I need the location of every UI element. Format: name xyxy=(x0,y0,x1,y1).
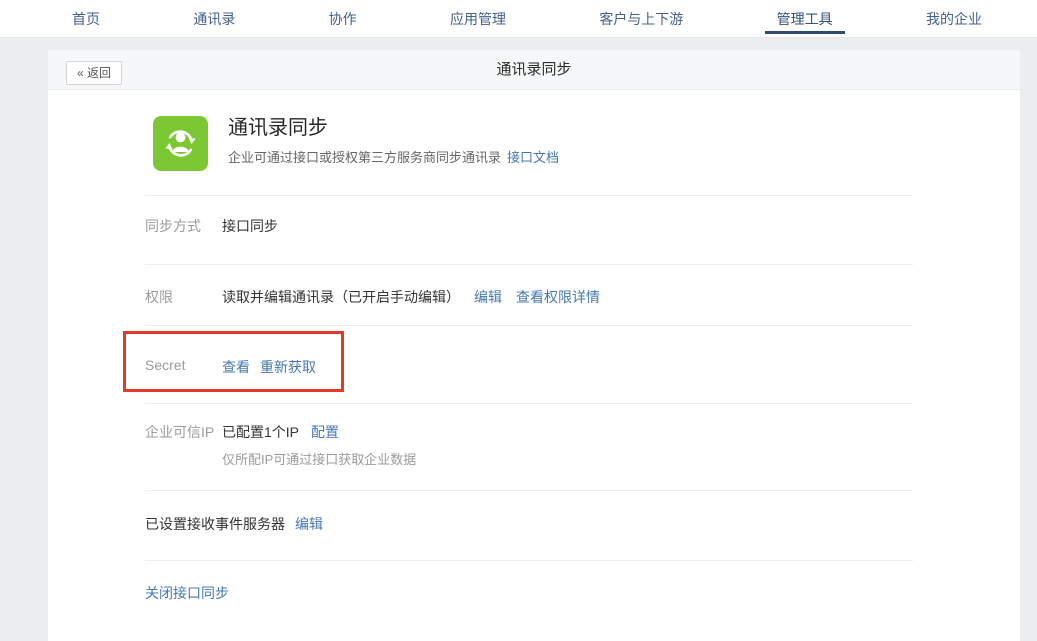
permission-label: 权限 xyxy=(145,287,173,307)
nav-tab-app-management[interactable]: 应用管理 xyxy=(440,0,516,37)
divider xyxy=(145,195,913,196)
sync-method-label: 同步方式 xyxy=(145,216,201,236)
divider xyxy=(145,403,913,404)
nav-tab-collaboration[interactable]: 协作 xyxy=(319,0,367,37)
divider xyxy=(145,325,913,326)
contact-sync-panel: « 返回 通讯录同步 通讯录同步 企业可通过接口或授权第三方服务商同步通讯录接口… xyxy=(48,50,1020,641)
event-server-row: 已设置接收事件服务器编辑 xyxy=(145,514,323,534)
divider xyxy=(145,264,913,265)
secret-view-link[interactable]: 查看 xyxy=(222,359,250,375)
permission-edit-link[interactable]: 编辑 xyxy=(474,289,502,305)
permission-value: 读取并编辑通讯录（已开启手动编辑） 编辑查看权限详情 xyxy=(222,287,600,307)
api-doc-link[interactable]: 接口文档 xyxy=(507,150,559,165)
secret-actions: 查看重新获取 xyxy=(222,357,316,377)
nav-tab-management-tools[interactable]: 管理工具 xyxy=(767,0,843,37)
secret-refresh-link[interactable]: 重新获取 xyxy=(260,359,316,375)
nav-tab-customers-upstream[interactable]: 客户与上下游 xyxy=(589,0,693,37)
page-title: 通讯录同步 xyxy=(228,111,328,140)
permission-detail-link[interactable]: 查看权限详情 xyxy=(516,289,600,305)
close-sync-row: 关闭接口同步 xyxy=(145,583,229,603)
panel-header: « 返回 通讯录同步 xyxy=(48,50,1020,90)
divider xyxy=(145,490,913,491)
nav-tab-home[interactable]: 首页 xyxy=(62,0,110,37)
trusted-ip-note: 仅所配IP可通过接口获取企业数据 xyxy=(222,449,416,468)
nav-tab-my-enterprise[interactable]: 我的企业 xyxy=(916,0,992,37)
secret-label: Secret xyxy=(145,357,185,373)
event-server-edit-link[interactable]: 编辑 xyxy=(295,516,323,532)
permission-text: 读取并编辑通讯录（已开启手动编辑） xyxy=(222,289,460,305)
subtitle-text: 企业可通过接口或授权第三方服务商同步通讯录 xyxy=(228,150,501,165)
panel-title: 通讯录同步 xyxy=(48,50,1020,90)
trusted-ip-config-link[interactable]: 配置 xyxy=(311,424,339,440)
contact-sync-icon xyxy=(153,116,208,171)
top-nav: 首页 通讯录 协作 应用管理 客户与上下游 管理工具 我的企业 xyxy=(0,0,1037,38)
divider xyxy=(145,560,913,561)
page-subtitle: 企业可通过接口或授权第三方服务商同步通讯录接口文档 xyxy=(228,147,559,166)
close-sync-link[interactable]: 关闭接口同步 xyxy=(145,585,229,601)
sync-method-value: 接口同步 xyxy=(222,216,278,236)
nav-tab-contacts[interactable]: 通讯录 xyxy=(183,0,245,37)
trusted-ip-value: 已配置1个IP 配置 xyxy=(222,422,339,442)
trusted-ip-label: 企业可信IP xyxy=(145,422,214,442)
trusted-ip-count: 已配置1个IP xyxy=(222,424,299,440)
event-server-text: 已设置接收事件服务器 xyxy=(145,516,285,532)
